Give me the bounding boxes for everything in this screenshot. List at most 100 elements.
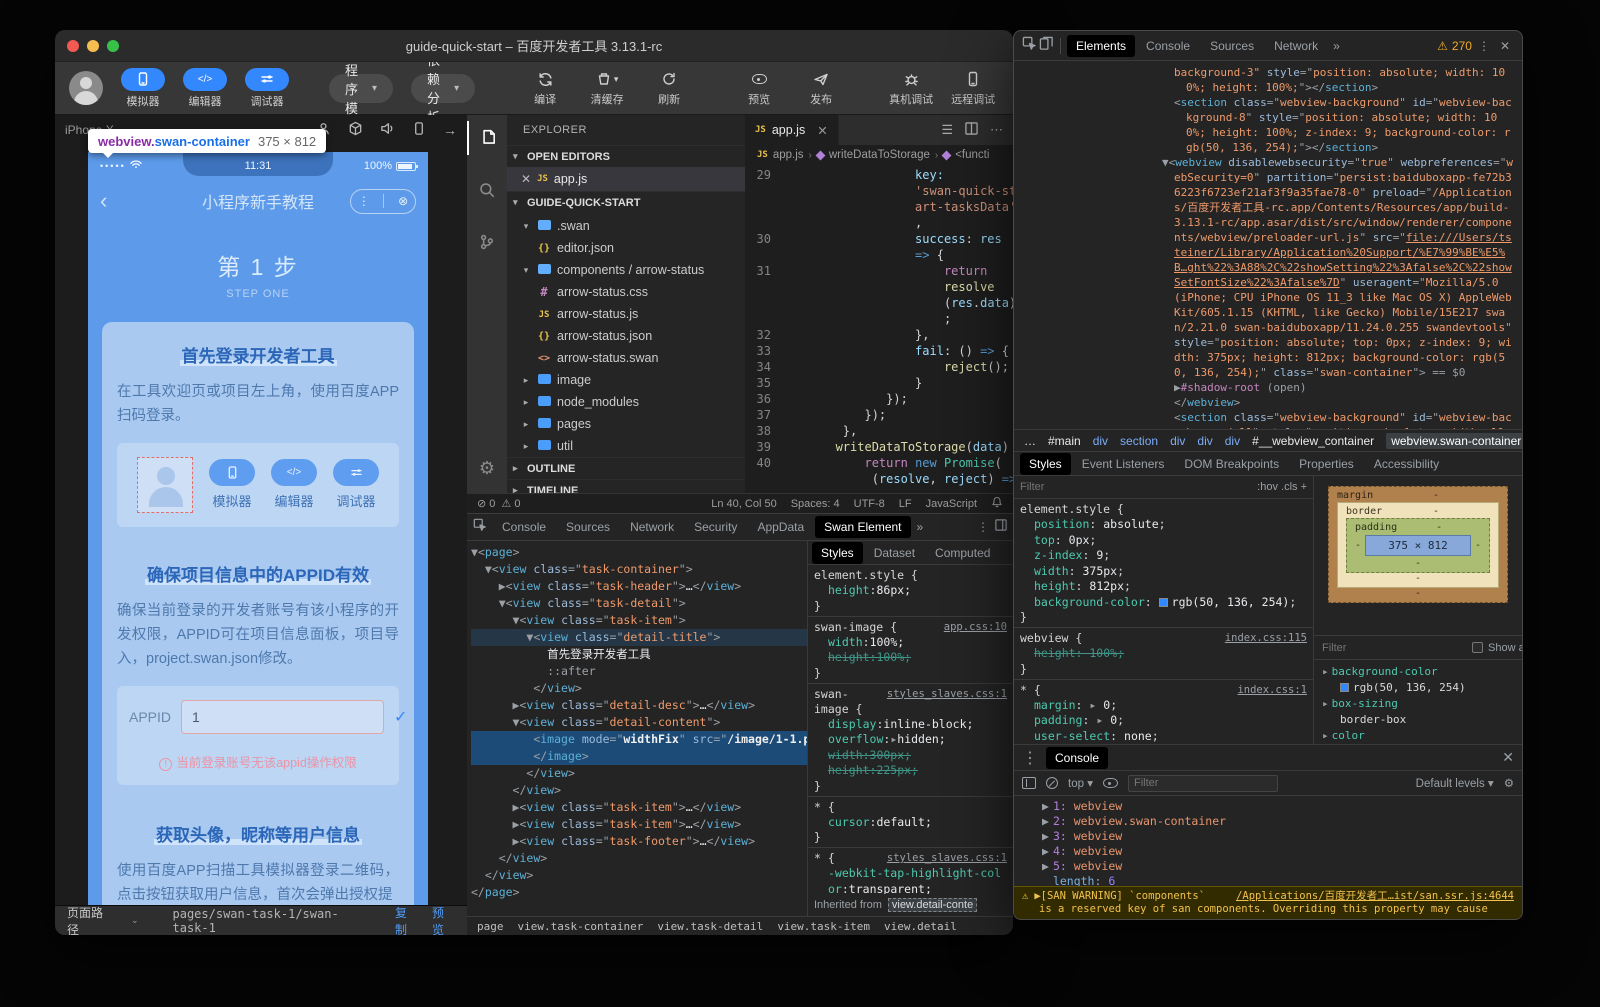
cursor-position[interactable]: Ln 40, Col 50 [711,498,776,510]
dom-node[interactable]: ▼<webview disablewebsecurity="true" webp… [1026,155,1516,380]
file-tree-item[interactable]: editor.json [507,237,745,259]
file-tree-item[interactable]: ▸ util [507,435,745,457]
dom-tree-row[interactable]: </view> [471,867,807,884]
preview-button[interactable]: 预览 [737,69,781,107]
dom-tree-row[interactable]: ▶<view class="task-footer">…</view> [471,833,807,850]
encoding[interactable]: UTF-8 [854,498,885,510]
more-actions-icon[interactable]: ⋯ [990,122,1003,138]
editor-breadcrumb[interactable]: JS app.js› writeDataToStorage› <functi [745,145,1013,165]
styles-subtab[interactable]: Styles [812,542,863,564]
project-header[interactable]: ▾GUIDE-QUICK-START [507,191,745,213]
eol[interactable]: LF [899,498,912,510]
rotate-device-icon[interactable] [412,121,426,139]
devtools-tab[interactable]: Network [621,516,683,538]
styles-subtab[interactable]: Dataset [865,542,924,564]
breadcrumb-item[interactable]: div [1093,434,1108,448]
collapse-panel-icon[interactable]: → [443,122,457,138]
css-rule[interactable]: swan-image {styles_slaves.css:1 display:… [808,684,1013,797]
css-rule[interactable]: * {index.css:1 margin: ▸ 0;padding: ▸ 0;… [1014,680,1313,745]
breadcrumb-item[interactable]: div [1170,434,1185,448]
stylesheet-link[interactable]: index.css:115 [1217,631,1307,646]
inspect-element-icon[interactable] [473,518,487,537]
styles-subtab[interactable]: DOM Breakpoints [1175,453,1288,475]
devtools-tab[interactable]: Network [1265,35,1327,57]
dom-tree-row[interactable]: ▼<view class="task-item"> [471,612,807,629]
styles-subtab[interactable]: Accessibility [1365,453,1448,475]
open-editor-item[interactable]: ✕ JS app.js [507,167,745,191]
breadcrumb-item[interactable]: #__webview_container [1252,434,1374,448]
stylesheet-link[interactable]: index.css:1 [1229,683,1307,698]
more-tabs-icon[interactable]: » [913,520,928,534]
stylesheet-link[interactable]: styles_slaves.css:1 [879,687,1007,717]
warnings-indicator[interactable]: ⚠ 0 [501,497,520,510]
mode-dropdown[interactable]: 小程序模式▾ [329,74,393,103]
css-rule[interactable]: element.style { height:86px; } [808,565,1013,617]
hov-cls-toggles[interactable]: :hov .cls + [1257,481,1307,493]
more-tabs-icon[interactable]: » [1329,39,1344,53]
breadcrumb-item[interactable]: #main [1048,434,1081,448]
computed-filter-input[interactable] [1322,642,1464,654]
file-tree-item[interactable]: arrow-status.js [507,303,745,325]
dock-side-icon[interactable] [995,518,1007,536]
editor-view-button[interactable]: </> 编辑器 [183,68,227,109]
kebab-menu-icon[interactable]: ⋮ [973,520,993,534]
devtools-tab[interactable]: Security [685,516,746,538]
stylesheet-link[interactable] [1299,502,1307,517]
source-control-activity-icon[interactable] [467,225,507,259]
debugger-view-button[interactable]: 调试器 [245,68,289,109]
indentation[interactable]: Spaces: 4 [791,498,840,510]
stylesheet-link[interactable] [999,568,1007,583]
sidebar-section-header[interactable]: ▸TIMELINE [507,479,745,493]
devtools-tab[interactable]: Console [493,516,555,538]
live-expression-icon[interactable] [1103,778,1118,788]
computed-property[interactable]: ▸box-sizing border-box [1322,696,1514,728]
preview-path-link[interactable]: 预览 [432,904,455,936]
file-tree-item[interactable]: ▸ node_modules [507,391,745,413]
settings-gear-icon[interactable]: ⚙ [467,451,507,485]
dom-tree-row[interactable]: ▶<view class="task-item">…</view> [471,816,807,833]
css-rule[interactable]: * { cursor:default; } [808,797,1013,849]
close-devtools-icon[interactable]: ✕ [1496,39,1514,53]
chevron-down-icon[interactable]: ⌄ [131,915,139,926]
console-tab[interactable]: Console [1046,747,1108,769]
remote-debug-button[interactable]: 远程调试 [951,69,995,107]
devtools-tab[interactable]: Elements [1067,35,1135,57]
copy-path-link[interactable]: 复制 [395,904,418,936]
kebab-menu-icon[interactable]: ⋮ [1022,748,1038,768]
styles-subtab[interactable]: Event Listeners [1073,453,1174,475]
dom-tree-row[interactable]: </image> [471,748,807,765]
refresh-button[interactable]: 刷新 [647,69,691,107]
console-entry[interactable]: ▶1: webview [1042,799,1522,814]
file-tree-item[interactable]: arrow-status.css [507,281,745,303]
swan-dom-tree[interactable]: ▼<page> ▼<view class="task-container"> ▶… [467,541,807,916]
computed-property[interactable]: ▸background-color rgb(50, 136, 254) [1322,664,1514,696]
inspect-element-icon[interactable] [1022,36,1037,56]
context-selector[interactable]: top ▾ [1068,776,1093,790]
user-avatar[interactable] [69,71,103,105]
publish-button[interactable]: 发布 [799,69,843,107]
console-output[interactable]: ▶1: webview▶2: webview.swan-container▶3:… [1014,796,1522,886]
dom-tree-row[interactable]: ▼<view class="detail-content"> [471,714,807,731]
menu-dots-icon[interactable]: ⋮ [358,194,370,208]
log-levels-dropdown[interactable]: Default levels ▾ [1416,776,1494,790]
breadcrumb-item[interactable]: section [1120,434,1158,448]
dom-node[interactable]: ▶#shadow-root (open) [1026,380,1516,395]
dom-tree-row[interactable]: ▶<view class="task-header">…</view> [471,578,807,595]
sound-icon[interactable] [380,121,395,139]
search-activity-icon[interactable] [467,173,507,207]
phone-screen[interactable]: ••••• 11:31 100% ‹ 小程序新手教程 ⋮ ⊗ [88,152,428,905]
open-editors-header[interactable]: ▾OPEN EDITORS [507,145,745,167]
styles-subtab[interactable]: Styles [1020,453,1071,475]
confirm-check-icon[interactable]: ✓ [394,707,407,727]
dom-tree-row[interactable]: ▼<page> [471,544,807,561]
styles-subtab[interactable]: Properties [1290,453,1363,475]
compile-button[interactable]: 编译 [523,69,567,107]
dom-node[interactable]: </webview> [1026,395,1516,410]
dom-tree-row[interactable]: 首先登录开发者工具 [471,646,807,663]
stylesheet-link[interactable]: styles_slaves.css:1 [879,851,1007,866]
css-rule[interactable]: * {styles_slaves.css:1 -webkit-tap-highl… [808,848,1013,894]
devtools-tab[interactable]: Swan Element [815,516,910,538]
styles-filter-input[interactable] [1020,481,1249,493]
code-viewport[interactable]: 29 key: 'swan-quick-st [745,165,1013,493]
dom-tree-row[interactable]: <image mode="widthFix" src="/image/1-1.p… [471,731,807,748]
